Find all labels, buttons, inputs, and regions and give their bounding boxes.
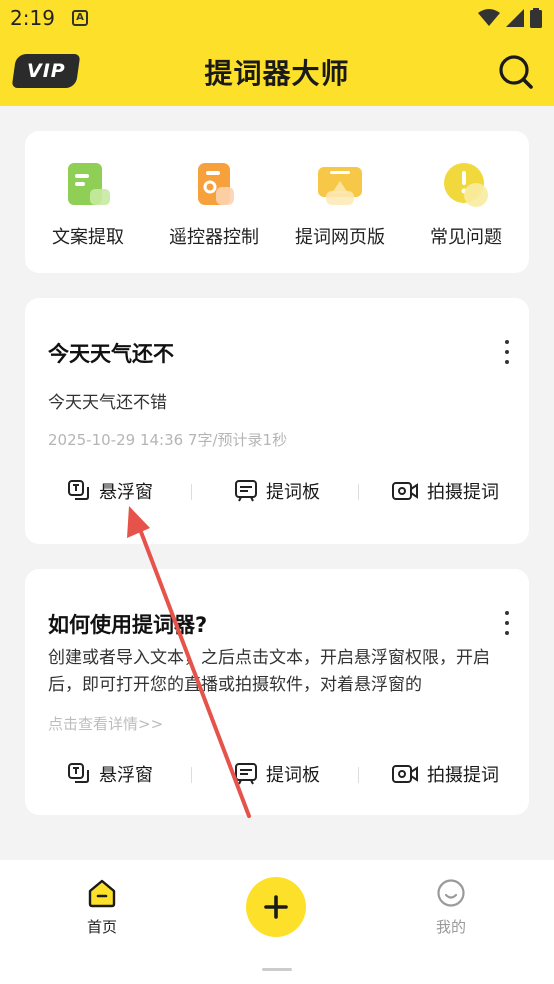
nav-home-label: 首页: [86, 918, 117, 936]
action-label: 拍摄提词: [427, 765, 499, 786]
more-options-icon[interactable]: [503, 340, 511, 364]
action-label: 悬浮窗: [99, 765, 153, 786]
status-time: 2:19: [10, 6, 55, 30]
view-details-link[interactable]: 点击查看详情>>: [48, 713, 163, 734]
script-card[interactable]: 今天天气还不 今天天气还不错 2025-10-29 14:36 7字/预计录1秒…: [25, 298, 529, 544]
camera-icon: [392, 482, 418, 500]
divider: [191, 484, 192, 500]
quick-actions-panel: 文案提取 遥控器控制 提词网页版 常见问题: [25, 131, 529, 273]
script-title: 今天天气还不: [48, 342, 174, 366]
action-label: 提词板: [266, 482, 320, 503]
action-label: 拍摄提词: [427, 482, 499, 503]
script-title: 如何使用提词器?: [48, 613, 208, 637]
quick-action-label: 文案提取: [52, 227, 124, 248]
camera-prompter-button[interactable]: 拍摄提词: [391, 759, 499, 789]
battery-icon: [530, 8, 542, 28]
script-card[interactable]: 如何使用提词器? 创建或者导入文本，之后点击文本，开启悬浮窗权限，开启后，即可打…: [25, 569, 529, 815]
floating-window-icon: [68, 763, 89, 783]
script-preview: 今天天气还不错: [48, 393, 167, 413]
prompter-board-icon: [235, 480, 257, 502]
prompter-board-button[interactable]: 提词板: [234, 759, 320, 789]
quick-action-remote[interactable]: 遥控器控制: [151, 161, 277, 249]
quick-action-label: 常见问题: [430, 227, 502, 248]
script-preview: 创建或者导入文本，之后点击文本，开启悬浮窗权限，开启后，即可打开您的直播或拍摄软…: [48, 648, 490, 695]
bottom-nav: 首页 我的: [0, 860, 554, 984]
nav-home[interactable]: 首页: [72, 878, 132, 937]
smile-icon: [437, 879, 465, 907]
quick-action-label: 提词网页版: [295, 227, 385, 248]
remote-icon: [190, 161, 238, 209]
camera-prompter-button[interactable]: 拍摄提词: [391, 476, 499, 506]
signal-icon: [506, 9, 524, 27]
nav-mine[interactable]: 我的: [421, 878, 481, 937]
floating-window-icon: [68, 480, 89, 500]
prompter-board-button[interactable]: 提词板: [234, 476, 320, 506]
script-meta: 2025-10-29 14:36 7字/预计录1秒: [48, 431, 288, 449]
notification-icon: A: [72, 10, 88, 26]
status-bar: 2:19 A: [0, 0, 554, 38]
plus-icon: [264, 895, 288, 919]
quick-action-web[interactable]: 提词网页版: [277, 161, 403, 249]
nav-mine-label: 我的: [435, 918, 466, 936]
gesture-handle: [262, 968, 292, 971]
divider: [358, 484, 359, 500]
divider: [358, 767, 359, 783]
action-label: 提词板: [266, 765, 320, 786]
wifi-icon: [478, 9, 500, 26]
doc-extract-icon: [64, 161, 112, 209]
app-header: VIP 提词器大师: [0, 38, 554, 106]
add-script-button[interactable]: [246, 877, 306, 937]
quick-action-doc-extract[interactable]: 文案提取: [25, 161, 151, 249]
page-title: 提词器大师: [204, 57, 350, 90]
camera-icon: [392, 765, 418, 783]
home-icon: [88, 879, 116, 908]
action-label: 悬浮窗: [99, 482, 153, 503]
faq-icon: [442, 161, 490, 209]
card-actions: 悬浮窗 提词板 拍摄提词: [25, 476, 529, 506]
floating-window-button[interactable]: 悬浮窗: [67, 759, 153, 789]
system-icons: [478, 8, 542, 28]
quick-action-faq[interactable]: 常见问题: [403, 161, 529, 249]
quick-action-label: 遥控器控制: [169, 227, 259, 248]
web-icon: [316, 161, 364, 209]
card-actions: 悬浮窗 提词板 拍摄提词: [25, 759, 529, 789]
floating-window-button[interactable]: 悬浮窗: [67, 476, 153, 506]
divider: [191, 767, 192, 783]
more-options-icon[interactable]: [503, 611, 511, 635]
search-icon[interactable]: [496, 52, 536, 92]
prompter-board-icon: [235, 763, 257, 785]
